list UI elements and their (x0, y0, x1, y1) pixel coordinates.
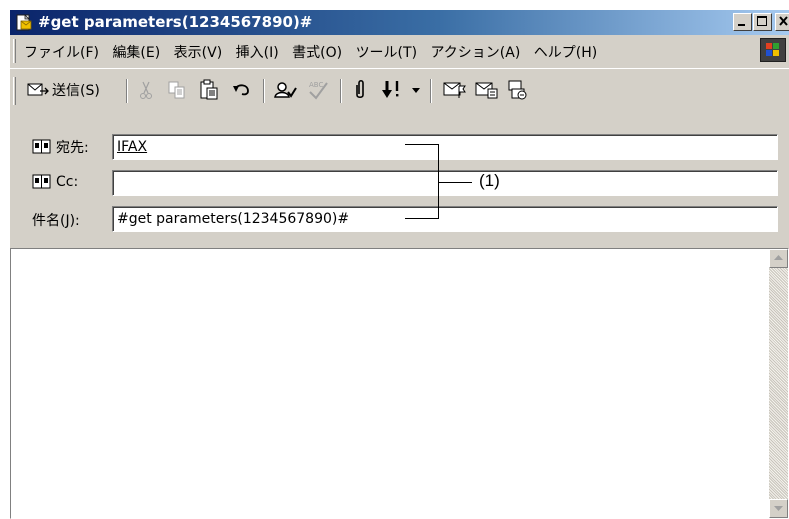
subject-value: #get parameters(1234567890)# (117, 211, 350, 227)
subject-label-text: 件名(J): (32, 213, 80, 229)
encrypt-icon (508, 80, 527, 100)
send-label: 送信(S) (52, 83, 100, 99)
window-title: #get parameters(1234567890)# (38, 13, 313, 31)
arrow-up-icon (774, 255, 783, 260)
close-icon (779, 16, 788, 26)
menu-items: ファイル(F) 編集(E) 表示(V) 挿入(I) 書式(O) ツール(T) ア… (24, 42, 606, 62)
subject-field[interactable]: #get parameters(1234567890)# (112, 206, 778, 232)
subject-label: 件名(J): (32, 210, 80, 230)
copy-icon (168, 81, 185, 99)
callout-line (405, 218, 439, 219)
menu-bar: ファイル(F) 編集(E) 表示(V) 挿入(I) 書式(O) ツール(T) ア… (10, 35, 789, 66)
scroll-up-button[interactable] (769, 249, 788, 268)
dropdown-icon (412, 88, 420, 93)
paste-button[interactable] (199, 79, 219, 101)
maximize-button[interactable] (753, 13, 772, 31)
to-recipient[interactable]: IFAX (117, 139, 147, 155)
address-book-icon (32, 174, 51, 189)
title-bar[interactable]: #get parameters(1234567890)# (10, 10, 789, 35)
importance-dropdown[interactable] (411, 79, 421, 101)
minimize-icon (738, 24, 745, 26)
menu-edit[interactable]: 編集(E) (112, 45, 160, 61)
callout-line (405, 144, 439, 145)
toolbar-separator (126, 79, 128, 103)
toolbar-separator (340, 79, 342, 103)
svg-text:ABC: ABC (309, 81, 323, 89)
menu-format[interactable]: 書式(O) (292, 45, 342, 61)
address-book-icon (32, 139, 51, 154)
standard-toolbar: 送信(S) ABC (10, 68, 789, 121)
toolbar-separator (430, 79, 432, 103)
importance-button[interactable] (381, 79, 403, 101)
maximize-icon (757, 16, 767, 26)
cut-button[interactable] (137, 79, 155, 101)
paste-icon (200, 79, 218, 100)
cc-label: Cc: (56, 174, 79, 190)
undo-button[interactable] (232, 79, 252, 101)
menu-tools[interactable]: ツール(T) (356, 45, 417, 61)
copy-button[interactable] (167, 79, 187, 101)
cc-button[interactable]: Cc: (32, 174, 78, 190)
menu-actions[interactable]: アクション(A) (431, 45, 521, 61)
options-button[interactable] (475, 79, 499, 101)
options-icon (475, 82, 498, 99)
menu-help[interactable]: ヘルプ(H) (534, 45, 597, 61)
scroll-down-button[interactable] (769, 499, 788, 518)
send-button[interactable]: 送信(S) (27, 79, 100, 101)
callout-label: (1) (479, 171, 500, 190)
flag-icon (443, 82, 466, 98)
callout-line (438, 182, 472, 183)
encrypt-button[interactable] (507, 79, 529, 101)
menu-file[interactable]: ファイル(F) (24, 45, 99, 61)
mail-window: #get parameters(1234567890)# ファイル(F) 編集(… (10, 10, 789, 519)
toolbar-grip[interactable] (13, 77, 16, 105)
menu-view[interactable]: 表示(V) (174, 45, 223, 61)
close-button[interactable] (775, 13, 789, 31)
check-names-button[interactable] (273, 79, 297, 101)
spell-check-button[interactable]: ABC (307, 79, 329, 101)
to-button[interactable]: 宛先: (32, 137, 89, 157)
message-icon (16, 14, 32, 31)
to-field[interactable]: IFAX (112, 134, 778, 160)
vertical-scrollbar[interactable] (769, 249, 788, 518)
to-label: 宛先: (56, 140, 89, 156)
toolbar-separator (263, 79, 265, 103)
undo-icon (233, 84, 249, 96)
attach-button[interactable] (353, 79, 367, 101)
attach-icon (356, 79, 364, 99)
menubar-grip[interactable] (13, 39, 16, 63)
cut-icon (140, 81, 152, 99)
arrow-down-icon (774, 506, 783, 511)
menu-insert[interactable]: 挿入(I) (236, 45, 279, 61)
check-names-icon (274, 82, 297, 98)
minimize-button[interactable] (733, 13, 752, 31)
cc-field[interactable] (112, 170, 778, 196)
send-icon (27, 83, 49, 96)
windows-logo-icon (760, 38, 786, 62)
message-body[interactable] (10, 248, 789, 519)
spell-check-icon: ABC (309, 81, 328, 100)
flag-button[interactable] (443, 79, 467, 101)
importance-icon (382, 81, 399, 98)
